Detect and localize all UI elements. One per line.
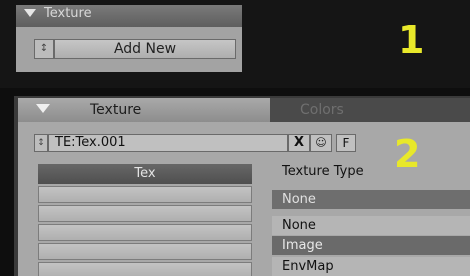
tex-slot[interactable] xyxy=(38,224,252,241)
browse-stepper-button[interactable]: ↕ xyxy=(34,39,54,59)
fake-user-button[interactable]: F xyxy=(336,134,356,152)
browse-stepper-button[interactable]: ↕ xyxy=(34,134,48,152)
unlink-button[interactable]: X xyxy=(288,134,310,152)
collapse-triangle-icon[interactable] xyxy=(36,104,50,113)
collapse-triangle-icon[interactable] xyxy=(24,9,36,17)
tex-slot[interactable] xyxy=(38,243,252,260)
tex-slot[interactable] xyxy=(38,262,252,276)
texture-panel-title: Texture xyxy=(44,6,92,21)
texture-type-option-envmap[interactable]: EnvMap xyxy=(272,257,470,276)
texture-type-option-image[interactable]: Image xyxy=(272,236,470,255)
tab-texture[interactable] xyxy=(18,98,270,122)
tex-slot[interactable] xyxy=(38,186,252,203)
users-icon[interactable]: ☺ xyxy=(310,134,332,152)
add-new-button[interactable]: Add New xyxy=(54,39,236,59)
tex-list-header: Tex xyxy=(38,164,252,184)
tex-slot[interactable] xyxy=(38,205,252,222)
texture-name-field[interactable]: TE:Tex.001 xyxy=(48,134,288,152)
tab-colors-label: Colors xyxy=(300,102,344,118)
tab-texture-label: Texture xyxy=(90,102,142,118)
texture-type-option-none[interactable]: None xyxy=(272,216,470,235)
texture-type-label: Texture Type xyxy=(282,164,364,179)
callout-number-1: 1 xyxy=(398,18,425,62)
texture-type-current-value[interactable]: None xyxy=(272,190,470,209)
callout-number-2: 2 xyxy=(394,132,421,176)
